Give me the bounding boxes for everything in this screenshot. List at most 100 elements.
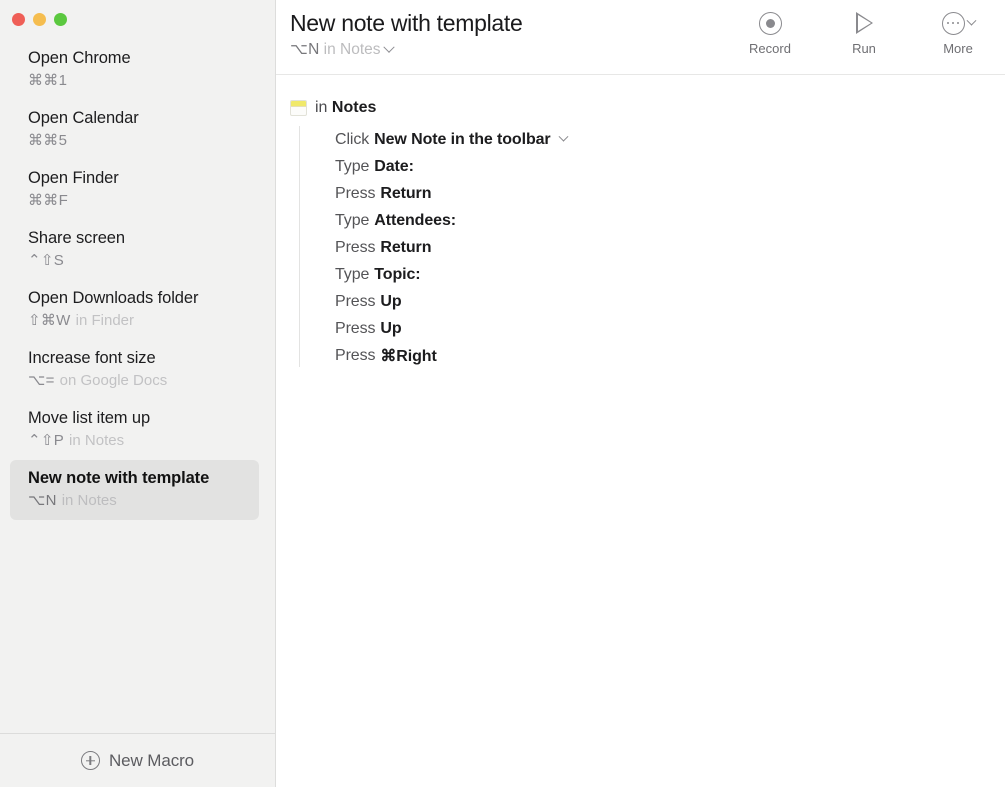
macro-item-name: Move list item up	[28, 409, 151, 427]
steps-container: Click New Note in the toolbar Type Date: Pre…	[276, 126, 1005, 369]
more-button-label: More	[943, 41, 973, 56]
macro-item-shortcut: ⌃⇧S	[28, 252, 65, 269]
step-argument: Topic:	[374, 265, 421, 283]
step-row[interactable]: Press Return	[335, 234, 1005, 261]
zoom-button[interactable]	[54, 12, 67, 26]
step-row[interactable]: Type Topic:	[335, 261, 1005, 288]
macro-item-shortcut: ⌥=	[28, 372, 55, 389]
macro-item-name: New note with template	[28, 469, 210, 487]
macro-item-subtitle: ⌘⌘1	[28, 70, 259, 91]
macro-item-shortcut: ⌘⌘5	[28, 132, 68, 149]
macro-list-item[interactable]: Open Finder ⌘⌘F	[10, 160, 259, 220]
step-argument: Up	[380, 319, 402, 337]
main-panel: New note with template ⌥N in Notes Recor…	[276, 0, 1005, 787]
record-button[interactable]: Record	[739, 10, 801, 56]
step-row[interactable]: Type Attendees:	[335, 207, 1005, 234]
app-window: Open Chrome ⌘⌘1 Open Calendar ⌘⌘5 Open Finde…	[0, 0, 1005, 787]
plus-circle-icon	[80, 751, 100, 770]
step-argument: New Note in the toolbar	[374, 130, 551, 148]
run-button-label: Run	[852, 41, 876, 56]
macro-item-shortcut: ⌘⌘1	[28, 72, 68, 89]
macro-item-subtitle: ⇧⌘W in Finder	[28, 310, 259, 331]
step-group-header[interactable]: in Notes	[276, 97, 1005, 119]
chevron-down-icon[interactable]	[558, 131, 568, 142]
macro-item-scope: in Notes	[61, 492, 117, 509]
step-row[interactable]: Press Return	[335, 180, 1005, 207]
macro-item-name: Open Chrome	[28, 49, 131, 67]
step-verb: Press	[335, 238, 376, 256]
macro-item-shortcut: ⌘⌘F	[28, 192, 69, 209]
macro-item-name: Increase font size	[28, 349, 156, 367]
step-group-app-name: Notes	[331, 99, 377, 116]
minimize-button[interactable]	[33, 12, 46, 26]
new-macro-label: New Macro	[108, 750, 195, 770]
chevron-down-icon	[966, 15, 976, 26]
page-title: New note with template	[290, 10, 523, 36]
step-verb: Type	[335, 157, 370, 175]
macro-header: New note with template ⌥N in Notes Recor…	[276, 0, 1005, 75]
macro-list-item[interactable]: Open Downloads folder ⇧⌘W in Finder	[10, 280, 259, 340]
macro-item-scope: on Google Docs	[59, 372, 168, 389]
step-argument: Return	[380, 238, 432, 256]
macro-editor: in Notes Click New Note in the toolbar Typ…	[276, 75, 1005, 787]
step-row[interactable]: Click New Note in the toolbar	[335, 126, 1005, 153]
macro-list-item[interactable]: Open Calendar ⌘⌘5	[10, 100, 259, 160]
macro-item-name: Open Calendar	[28, 109, 139, 127]
step-list: Click New Note in the toolbar Type Date: Pre…	[299, 126, 1005, 369]
step-verb: Type	[335, 265, 370, 283]
step-verb: Press	[335, 184, 376, 202]
macro-item-shortcut: ⌃⇧P	[28, 432, 65, 449]
step-verb: Press	[335, 346, 376, 364]
step-group-label: in Notes	[315, 97, 376, 119]
step-verb: Press	[335, 319, 376, 337]
macro-item-scope: in Notes	[69, 432, 125, 449]
sidebar-footer: New Macro	[0, 733, 275, 787]
new-macro-button[interactable]: New Macro	[80, 750, 195, 771]
step-group-prefix: in	[315, 99, 332, 116]
macro-list-item[interactable]: Increase font size ⌥= on Google Docs	[10, 340, 259, 400]
close-button[interactable]	[12, 12, 25, 26]
step-row[interactable]: Press Up	[335, 288, 1005, 315]
sidebar: Open Chrome ⌘⌘1 Open Calendar ⌘⌘5 Open Finde…	[0, 0, 276, 787]
macro-item-scope: in Finder	[75, 312, 134, 329]
notes-app-icon	[290, 100, 307, 116]
macro-item-name: Open Finder	[28, 169, 119, 187]
macro-list-item[interactable]: Share screen ⌃⇧S	[10, 220, 259, 280]
header-titles: New note with template ⌥N in Notes	[290, 6, 739, 60]
macro-trigger-row[interactable]: ⌥N in Notes	[290, 39, 739, 60]
macro-item-name: Open Downloads folder	[28, 289, 199, 307]
step-verb: Type	[335, 211, 370, 229]
macro-shortcut-keys: ⌥N	[290, 41, 320, 58]
macro-item-shortcut: ⌥N	[28, 492, 57, 509]
record-button-label: Record	[749, 41, 791, 56]
play-icon	[855, 12, 873, 34]
macro-item-subtitle: ⌘⌘5	[28, 130, 259, 151]
macro-item-subtitle: ⌘⌘F	[28, 190, 259, 211]
macro-list-item[interactable]: Open Chrome ⌘⌘1	[10, 40, 259, 100]
ellipsis-circle-icon	[941, 11, 965, 35]
header-toolbar: Record Run More	[739, 6, 989, 56]
step-argument: ⌘Right	[380, 347, 437, 365]
step-argument: Up	[380, 292, 402, 310]
macro-list-item[interactable]: New note with template ⌥N in Notes	[10, 460, 259, 520]
chevron-down-icon[interactable]	[382, 41, 395, 53]
macro-item-name: Share screen	[28, 229, 125, 247]
step-argument: Return	[380, 184, 432, 202]
step-verb: Click	[335, 130, 370, 148]
step-guide-line	[299, 126, 300, 367]
step-row[interactable]: Press Up	[335, 315, 1005, 342]
macro-list-item[interactable]: Move list item up ⌃⇧P in Notes	[10, 400, 259, 460]
macro-item-subtitle: ⌃⇧S	[28, 250, 259, 271]
macro-list: Open Chrome ⌘⌘1 Open Calendar ⌘⌘5 Open Finde…	[0, 30, 275, 733]
step-row[interactable]: Press ⌘Right	[335, 342, 1005, 369]
macro-item-subtitle: ⌃⇧P in Notes	[28, 430, 259, 451]
more-button[interactable]: More	[927, 10, 989, 56]
macro-item-subtitle: ⌥= on Google Docs	[28, 370, 259, 391]
macro-item-subtitle: ⌥N in Notes	[28, 490, 259, 511]
step-row[interactable]: Type Date:	[335, 153, 1005, 180]
record-icon	[758, 11, 782, 35]
step-argument: Attendees:	[374, 211, 456, 229]
macro-scope-label: in Notes	[323, 41, 381, 58]
run-button[interactable]: Run	[833, 10, 895, 56]
macro-item-shortcut: ⇧⌘W	[28, 312, 71, 329]
